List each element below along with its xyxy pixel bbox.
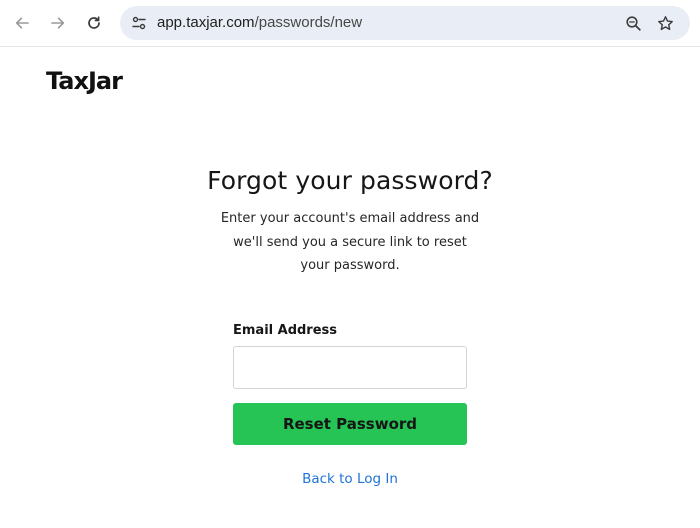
reset-password-button[interactable]: Reset Password: [233, 403, 467, 445]
address-bar[interactable]: app.taxjar.com/passwords/new: [120, 6, 690, 40]
back-button[interactable]: [9, 10, 35, 36]
email-field[interactable]: [233, 346, 467, 389]
zoom-icon: [625, 15, 641, 31]
reload-icon: [88, 16, 100, 29]
bookmark-button[interactable]: [654, 12, 676, 34]
star-icon: [657, 15, 673, 30]
tune-icon: [132, 16, 146, 30]
arrow-right-icon: [51, 17, 65, 29]
taxjar-logo[interactable]: TaxJar: [46, 67, 123, 95]
reload-button[interactable]: [81, 10, 107, 36]
page-title: Forgot your password?: [207, 166, 493, 195]
page-content: TaxJar Forgot your password? Enter your …: [0, 48, 700, 528]
zoom-button[interactable]: [622, 12, 644, 34]
page-subtitle: Enter your account's email address and w…: [220, 211, 480, 273]
forward-button[interactable]: [45, 10, 71, 36]
site-info-button[interactable]: [128, 12, 150, 34]
url-text[interactable]: app.taxjar.com/passwords/new: [157, 14, 362, 32]
email-label: Email Address: [233, 323, 338, 338]
browser-toolbar: app.taxjar.com/passwords/new: [0, 0, 700, 47]
url-path: /passwords/new: [254, 14, 363, 31]
arrow-left-icon: [15, 17, 29, 29]
back-to-login-link[interactable]: Back to Log In: [0, 471, 700, 487]
url-host: app.taxjar.com: [157, 14, 255, 31]
